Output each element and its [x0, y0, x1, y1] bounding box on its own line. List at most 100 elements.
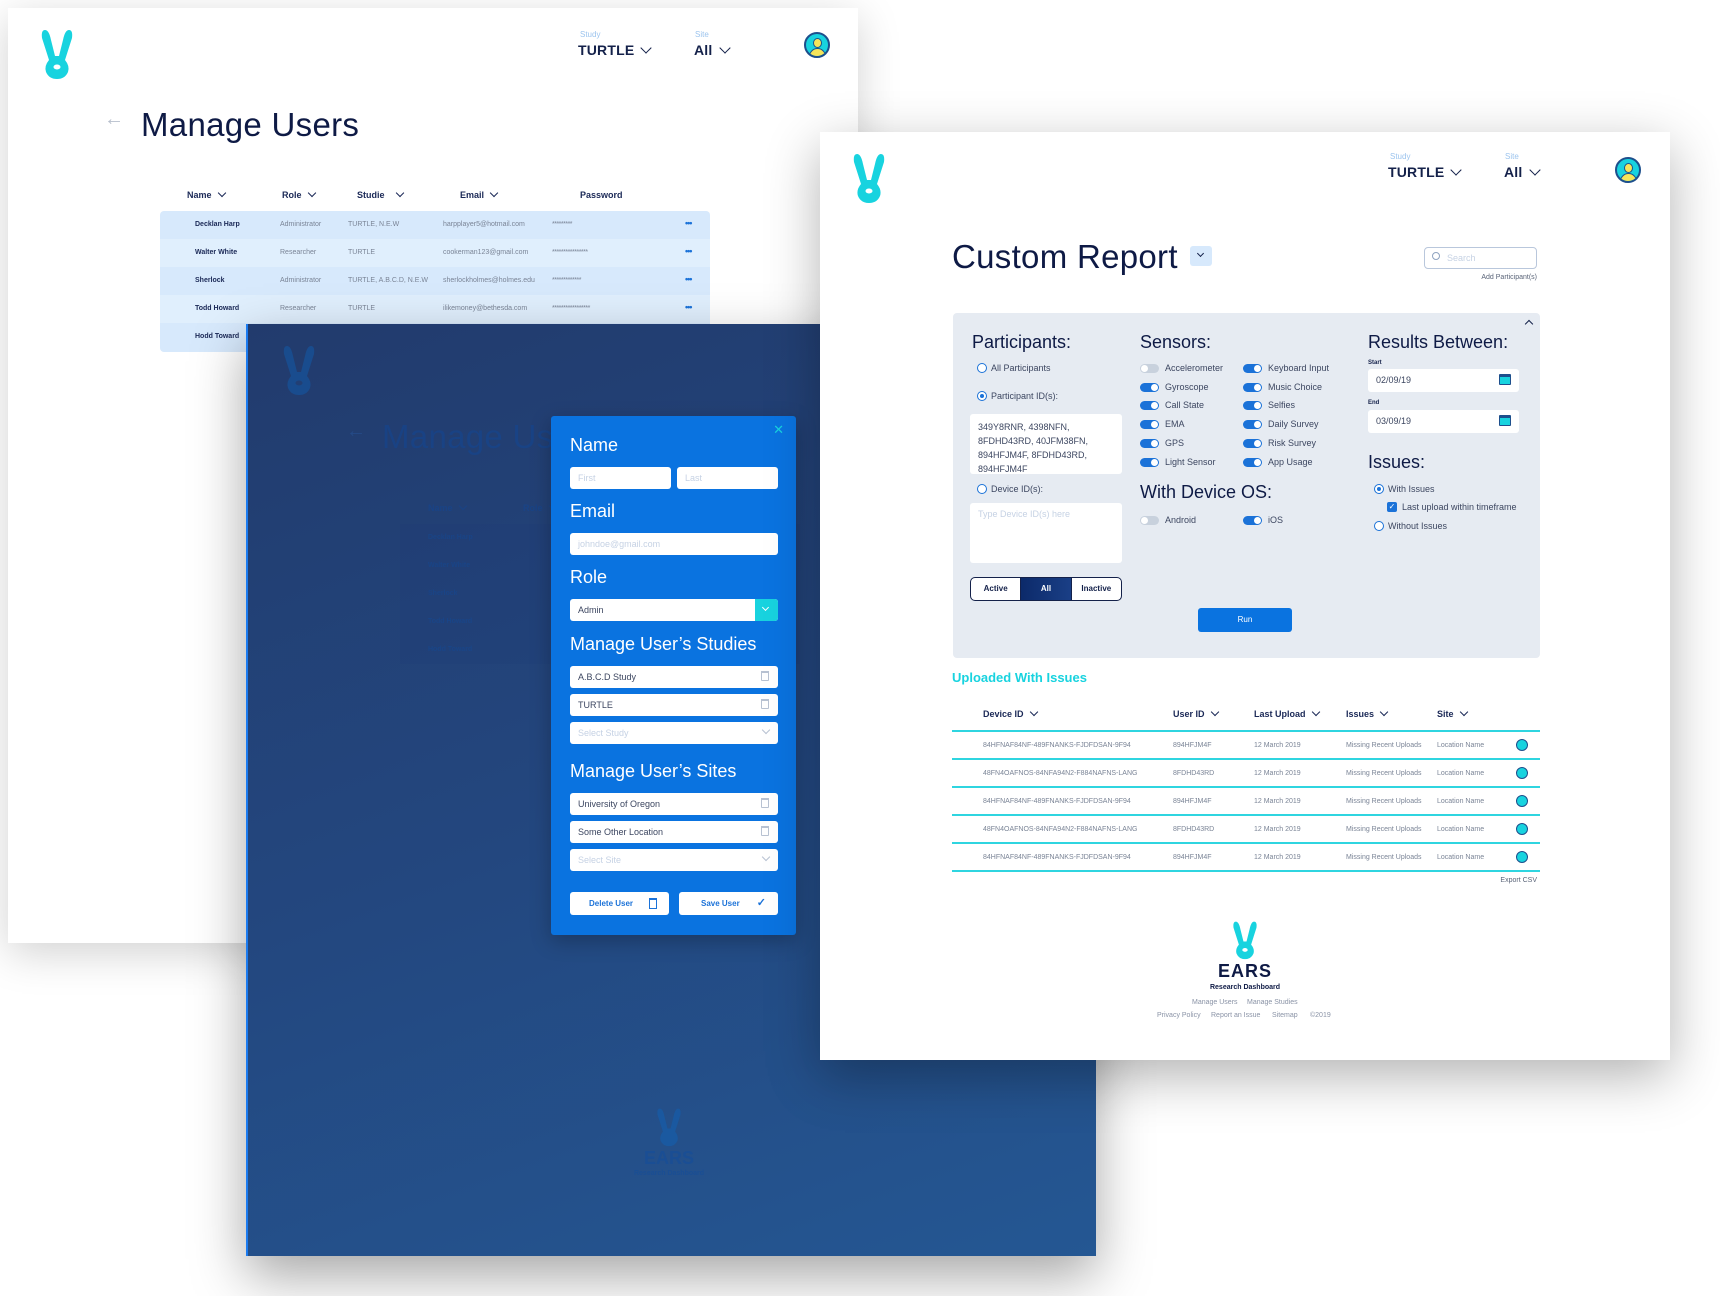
- sensor-toggle[interactable]: [1243, 438, 1262, 448]
- os-toggle[interactable]: [1140, 516, 1159, 525]
- sensor-toggle[interactable]: [1243, 364, 1262, 373]
- column-header-issues[interactable]: Issues: [1346, 707, 1389, 719]
- footer-link-report-issue[interactable]: Report an Issue: [1211, 1012, 1260, 1019]
- trash-icon[interactable]: [761, 699, 769, 709]
- cell-user: 8FDHD43RD: [1173, 770, 1215, 777]
- user-avatar-icon[interactable]: [804, 32, 830, 58]
- arrow-left-icon[interactable]: ←: [104, 108, 124, 131]
- close-icon[interactable]: ✕: [773, 422, 784, 438]
- sensor-toggle[interactable]: [1243, 401, 1262, 411]
- info-icon[interactable]: [1516, 739, 1528, 751]
- results-heading: Results Between:: [1368, 332, 1509, 352]
- device-ids-radio[interactable]: [977, 484, 987, 494]
- column-header-last-upload[interactable]: Last Upload: [1254, 707, 1320, 719]
- sensor-toggle[interactable]: [1140, 401, 1159, 411]
- study-selector[interactable]: TURTLE: [578, 42, 653, 58]
- sensor-toggle[interactable]: [1243, 420, 1262, 430]
- cell-last: 12 March 2019: [1254, 742, 1301, 749]
- study-selector[interactable]: TURTLE: [1388, 164, 1463, 180]
- trash-icon[interactable]: [761, 826, 769, 836]
- table-row[interactable]: Sherlock Administrator TURTLE, A.B.C.D, N.…: [160, 267, 710, 295]
- info-icon[interactable]: [1516, 795, 1528, 807]
- site-selector[interactable]: All: [1504, 164, 1541, 180]
- table-row[interactable]: 84HFNAF84NF-489FNANKS-FJDFDSAN-9F94 894HF…: [952, 786, 1540, 814]
- last-upload-checkbox[interactable]: ✓: [1387, 502, 1397, 512]
- table-row[interactable]: 84HFNAF84NF-489FNANKS-FJDFDSAN-9F94 894HF…: [952, 842, 1540, 870]
- add-participants-link[interactable]: Add Participant(s): [1481, 274, 1537, 281]
- end-date-input[interactable]: 03/09/19: [1368, 410, 1519, 433]
- more-dots-icon[interactable]: •••: [685, 246, 693, 256]
- calendar-icon[interactable]: [1499, 374, 1511, 385]
- info-icon[interactable]: [1516, 851, 1528, 863]
- end-label: End: [1368, 400, 1380, 406]
- table-row[interactable]: 48FN4OAFNOS-84NFA94N2-F884NAFNS-LANG 8FDH…: [952, 814, 1540, 842]
- table-row[interactable]: Todd Howard Researcher TURTLE ilikemoney@be…: [160, 295, 710, 323]
- all-participants-radio[interactable]: [977, 363, 987, 373]
- delete-user-button[interactable]: Delete User: [570, 892, 669, 915]
- sensor-toggle[interactable]: [1243, 457, 1262, 467]
- select-site-dropdown[interactable]: Select Site: [570, 849, 778, 871]
- role-select[interactable]: Admin: [570, 599, 778, 621]
- sensor-toggle[interactable]: [1243, 382, 1262, 392]
- footer-link-privacy[interactable]: Privacy Policy: [1157, 1012, 1201, 1019]
- bunny-logo-icon[interactable]: [852, 152, 886, 204]
- sensor-toggle[interactable]: [1140, 457, 1159, 467]
- table-row[interactable]: 48FN4OAFNOS-84NFA94N2-F884NAFNS-LANG 8FDH…: [952, 758, 1540, 786]
- footer-copyright: ©2019: [1310, 1012, 1331, 1019]
- run-button[interactable]: Run: [1198, 608, 1292, 632]
- site-selector[interactable]: All: [694, 42, 731, 58]
- first-name-input[interactable]: First: [570, 467, 671, 489]
- table-row[interactable]: Walter White Researcher TURTLE cookerman123…: [160, 239, 710, 267]
- sensor-toggle[interactable]: [1140, 382, 1159, 392]
- more-dots-icon[interactable]: •••: [685, 218, 693, 228]
- study-item: A.B.C.D Study: [570, 666, 778, 688]
- table-row[interactable]: 84HFNAF84NF-489FNANKS-FJDFDSAN-9F94 894HF…: [952, 730, 1540, 758]
- table-row[interactable]: Decklan Harp Administrator TURTLE, N.E.W ha…: [160, 211, 710, 239]
- segment-active[interactable]: Active: [971, 578, 1020, 600]
- segment-inactive[interactable]: Inactive: [1070, 578, 1121, 600]
- info-icon[interactable]: [1516, 767, 1528, 779]
- column-header-email[interactable]: Email: [460, 188, 499, 200]
- checkbox-label: Last upload within timeframe: [1402, 502, 1517, 512]
- calendar-icon[interactable]: [1499, 415, 1511, 426]
- column-header-studies[interactable]: Studie: [357, 188, 404, 200]
- email-input[interactable]: johndoe@gmail.com: [570, 533, 778, 555]
- segment-all[interactable]: All: [1020, 578, 1071, 600]
- without-issues-radio[interactable]: [1374, 521, 1384, 531]
- search-input[interactable]: Search: [1424, 247, 1537, 269]
- chevron-down-icon[interactable]: [755, 599, 778, 621]
- report-type-dropdown[interactable]: [1190, 246, 1212, 266]
- select-study-dropdown[interactable]: Select Study: [570, 722, 778, 744]
- footer-link-manage-studies[interactable]: Manage Studies: [1247, 999, 1298, 1006]
- with-issues-radio[interactable]: [1374, 484, 1384, 494]
- column-header-site[interactable]: Site: [1437, 707, 1468, 719]
- user-avatar-icon[interactable]: [1615, 157, 1641, 183]
- sensor-toggle[interactable]: [1140, 364, 1159, 373]
- last-name-input[interactable]: Last: [677, 467, 778, 489]
- role-value: Admin: [578, 605, 604, 615]
- cell-issue: Missing Recent Uploads: [1346, 798, 1422, 805]
- participant-ids-textarea[interactable]: 349Y8RNR, 4398NFN, 8FDHD43RD, 40JFM38FN,…: [970, 414, 1122, 474]
- start-date-input[interactable]: 02/09/19: [1368, 369, 1519, 392]
- save-user-button[interactable]: Save User ✓: [679, 892, 778, 915]
- chevron-down-icon: [761, 725, 771, 735]
- sensor-toggle[interactable]: [1140, 420, 1159, 430]
- column-header-device-id[interactable]: Device ID: [983, 707, 1038, 719]
- trash-icon[interactable]: [761, 798, 769, 808]
- more-dots-icon[interactable]: •••: [685, 274, 693, 284]
- participant-ids-radio[interactable]: [977, 391, 987, 401]
- more-dots-icon[interactable]: •••: [685, 302, 693, 312]
- footer-link-manage-users[interactable]: Manage Users: [1192, 999, 1238, 1006]
- bunny-logo-icon[interactable]: [40, 28, 74, 80]
- device-ids-textarea[interactable]: Type Device ID(s) here: [970, 503, 1122, 563]
- os-toggle[interactable]: [1243, 516, 1262, 525]
- column-header-user-id[interactable]: User ID: [1173, 707, 1219, 719]
- export-csv-link[interactable]: Export CSV: [1500, 877, 1537, 884]
- chevron-up-icon[interactable]: [1524, 319, 1534, 329]
- trash-icon[interactable]: [761, 671, 769, 681]
- info-icon[interactable]: [1516, 823, 1528, 835]
- footer-link-sitemap[interactable]: Sitemap: [1272, 1012, 1298, 1019]
- sensor-toggle[interactable]: [1140, 438, 1159, 448]
- column-header-name[interactable]: Name: [187, 188, 226, 200]
- column-header-role[interactable]: Role: [282, 188, 316, 200]
